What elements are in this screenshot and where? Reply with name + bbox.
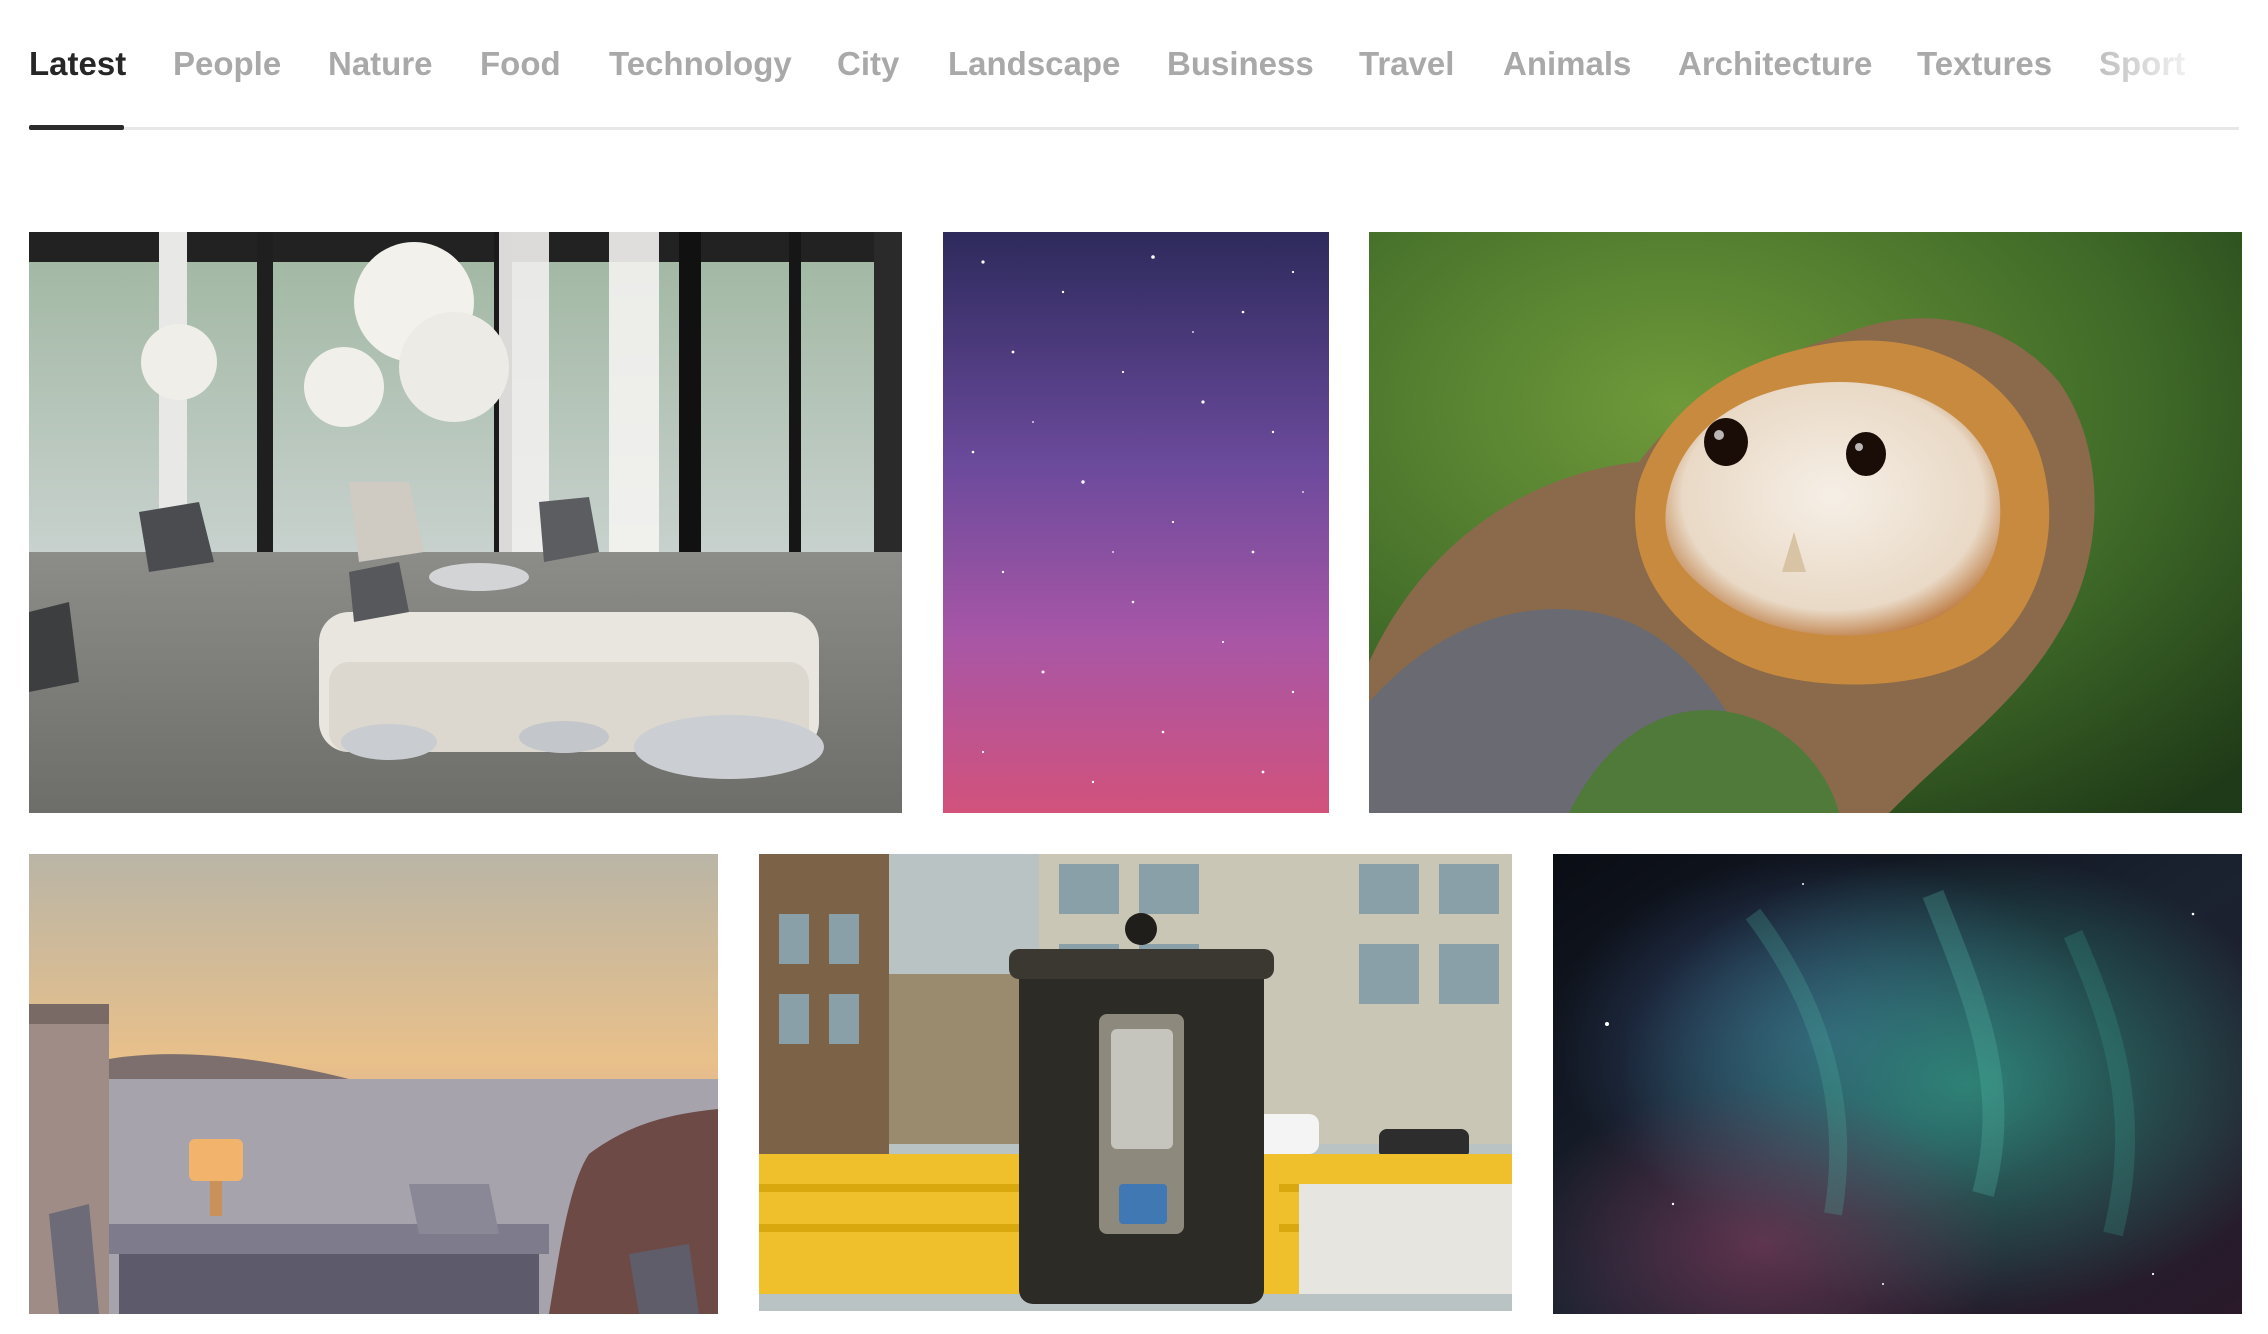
photo-aurora[interactable]	[1553, 854, 2242, 1314]
seaside-terrace-image	[29, 854, 718, 1314]
tab-textures[interactable]: Textures	[1917, 42, 2052, 86]
tab-technology[interactable]: Technology	[609, 42, 792, 86]
tab-business[interactable]: Business	[1167, 42, 1314, 86]
photo-interior-lounge[interactable]	[29, 232, 902, 813]
tab-architecture[interactable]: Architecture	[1678, 42, 1872, 86]
tab-sport[interactable]: Sport	[2099, 42, 2185, 86]
barn-owl-image	[1369, 232, 2242, 813]
tab-people[interactable]: People	[173, 42, 281, 86]
tab-landscape[interactable]: Landscape	[948, 42, 1120, 86]
interior-lounge-image	[29, 232, 902, 813]
tab-travel[interactable]: Travel	[1359, 42, 1454, 86]
photo-seaside-terrace[interactable]	[29, 854, 718, 1314]
payphone-street-image	[759, 854, 1512, 1311]
tab-nature[interactable]: Nature	[328, 42, 433, 86]
category-tabs: Latest People Nature Food Technology Cit…	[29, 0, 2239, 130]
tab-animals[interactable]: Animals	[1503, 42, 1631, 86]
photo-payphone-street[interactable]	[759, 854, 1512, 1311]
aurora-image	[1553, 854, 2242, 1314]
tab-food[interactable]: Food	[480, 42, 561, 86]
photo-starry-sky[interactable]	[943, 232, 1329, 813]
tab-city[interactable]: City	[837, 42, 899, 86]
starry-sky-image	[943, 232, 1329, 813]
tab-latest[interactable]: Latest	[29, 42, 126, 86]
photo-barn-owl[interactable]	[1369, 232, 2242, 813]
active-tab-indicator	[29, 125, 124, 130]
